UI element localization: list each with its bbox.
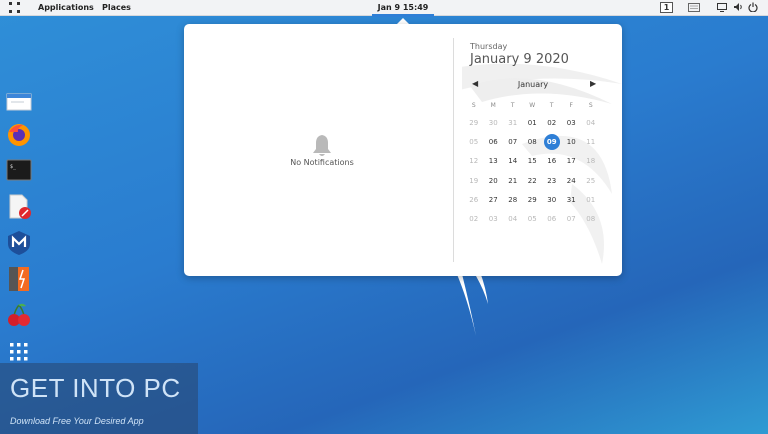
bell-icon <box>313 135 331 156</box>
month-navigation: ◀ January ▶ <box>462 79 622 93</box>
calendar-week-row: 05 06 07 08 09 10 11 <box>464 132 601 151</box>
calendar-day[interactable]: 05 <box>523 209 543 228</box>
watermark-title: GET INTO PC <box>10 373 181 403</box>
activities-grid-icon[interactable] <box>9 2 21 14</box>
cherrytree-icon[interactable] <box>6 302 32 328</box>
calendar-day[interactable]: 24 <box>562 171 582 190</box>
text-editor-icon[interactable] <box>6 194 32 220</box>
weekday-header: F <box>569 101 573 109</box>
calendar-day[interactable]: 14 <box>503 152 523 171</box>
calendar-week-row: 19 20 21 22 23 24 25 <box>464 171 601 190</box>
weekday-header: S <box>471 101 476 109</box>
calendar-popup: No Notifications Thursday January 9 2020… <box>184 24 622 276</box>
terminal-icon[interactable]: $_ <box>6 158 32 184</box>
calendar-panel: Thursday January 9 2020 ◀ January ▶ S M T W… <box>462 24 622 276</box>
workspace-indicator[interactable]: 1 <box>660 2 673 13</box>
calendar-day[interactable]: 11 <box>581 132 601 151</box>
calendar-week-row: 29 30 31 01 02 03 04 <box>464 113 601 132</box>
watermark-subtitle: Download Free Your Desired App <box>10 416 144 426</box>
calendar-day[interactable]: 22 <box>523 171 543 190</box>
full-date-label[interactable]: January 9 2020 <box>470 52 569 67</box>
weekday-header: W <box>529 101 536 109</box>
burpsuite-icon[interactable] <box>6 266 32 292</box>
calendar-day[interactable]: 12 <box>464 152 484 171</box>
calendar-day[interactable]: 03 <box>484 209 504 228</box>
calendar-day[interactable]: 29 <box>464 113 484 132</box>
svg-text:$_: $_ <box>10 164 17 170</box>
calendar-day[interactable]: 07 <box>503 132 523 151</box>
previous-month-icon[interactable]: ◀ <box>472 79 478 88</box>
top-bar: Applications Places Jan 9 15:49 1 <box>0 0 768 17</box>
calendar-day[interactable]: 29 <box>523 190 543 209</box>
maltego-icon[interactable] <box>6 230 32 256</box>
popup-divider <box>453 38 454 262</box>
calendar-day[interactable]: 30 <box>542 190 562 209</box>
calendar-day[interactable]: 03 <box>562 113 582 132</box>
weekday-header: M <box>490 101 496 109</box>
calendar-day[interactable]: 27 <box>484 190 504 209</box>
volume-icon[interactable] <box>733 2 743 14</box>
calendar-week-row: 12 13 14 15 16 17 18 <box>464 152 601 171</box>
calendar-day[interactable]: 04 <box>503 209 523 228</box>
calendar-day[interactable]: 23 <box>542 171 562 190</box>
kali-dragon-tail <box>456 272 488 336</box>
power-icon[interactable] <box>748 2 758 14</box>
weekday-label: Thursday <box>470 42 508 51</box>
calendar-day[interactable]: 31 <box>503 113 523 132</box>
network-icon[interactable] <box>688 3 700 14</box>
calendar-day[interactable]: 30 <box>484 113 504 132</box>
calendar-day[interactable]: 25 <box>581 171 601 190</box>
calendar-day[interactable]: 01 <box>523 113 543 132</box>
calendar-day[interactable]: 08 <box>581 209 601 228</box>
calendar-day[interactable]: 20 <box>484 171 504 190</box>
calendar-week-row: 02 03 04 05 06 07 08 <box>464 209 601 228</box>
calendar-day[interactable]: 05 <box>464 132 484 151</box>
files-icon[interactable] <box>6 88 32 114</box>
calendar-day-selected[interactable]: 09 <box>542 132 562 151</box>
display-icon[interactable] <box>717 3 727 14</box>
calendar-day[interactable]: 16 <box>542 152 562 171</box>
places-menu[interactable]: Places <box>102 3 131 12</box>
calendar-week-row: 26 27 28 29 30 31 01 <box>464 190 601 209</box>
calendar-day[interactable]: 15 <box>523 152 543 171</box>
weekday-header: T <box>510 101 515 109</box>
next-month-icon[interactable]: ▶ <box>590 79 596 88</box>
show-applications-icon[interactable] <box>6 339 32 365</box>
clock-button[interactable]: Jan 9 15:49 <box>372 0 434 17</box>
applications-menu[interactable]: Applications <box>38 3 94 12</box>
firefox-icon[interactable] <box>6 122 32 148</box>
calendar-day[interactable]: 06 <box>484 132 504 151</box>
calendar-day[interactable]: 26 <box>464 190 484 209</box>
no-notifications-label: No Notifications <box>290 158 354 167</box>
watermark-banner: GET INTO PC Download Free Your Desired A… <box>0 363 198 434</box>
calendar-day[interactable]: 07 <box>562 209 582 228</box>
calendar-day[interactable]: 04 <box>581 113 601 132</box>
calendar-day[interactable]: 19 <box>464 171 484 190</box>
calendar-day[interactable]: 18 <box>581 152 601 171</box>
notification-list: No Notifications <box>184 24 452 276</box>
calendar-day[interactable]: 31 <box>562 190 582 209</box>
calendar-day[interactable]: 13 <box>484 152 504 171</box>
calendar-day[interactable]: 02 <box>464 209 484 228</box>
calendar-grid: SMTWTFS 29 30 31 01 02 03 04 05 06 07 08 09 10 11 12 13… <box>464 97 601 229</box>
weekday-header: S <box>588 101 593 109</box>
calendar-day[interactable]: 17 <box>562 152 582 171</box>
calendar-day[interactable]: 28 <box>503 190 523 209</box>
calendar-day[interactable]: 01 <box>581 190 601 209</box>
calendar-day[interactable]: 10 <box>562 132 582 151</box>
calendar-day[interactable]: 06 <box>542 209 562 228</box>
weekday-header: T <box>549 101 554 109</box>
month-label: January <box>517 80 549 89</box>
calendar-day[interactable]: 08 <box>523 132 543 151</box>
calendar-day[interactable]: 02 <box>542 113 562 132</box>
calendar-day[interactable]: 21 <box>503 171 523 190</box>
